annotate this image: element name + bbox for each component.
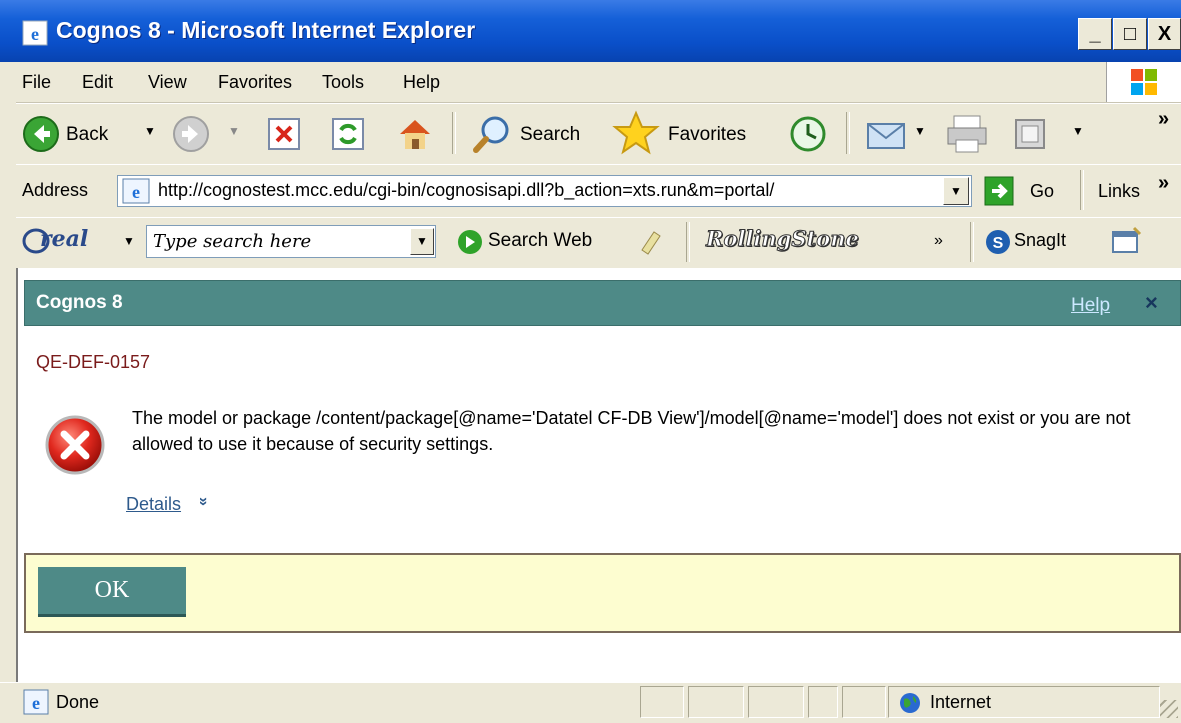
rollingstone-link[interactable]: RollingStone — [706, 226, 860, 252]
dialog-title: Cognos 8 — [36, 292, 123, 313]
links-overflow-chevron[interactable]: » — [934, 232, 943, 250]
svg-text:e: e — [132, 182, 140, 202]
web-search-input[interactable] — [146, 225, 436, 258]
menu-tools[interactable]: Tools — [322, 72, 364, 93]
address-url[interactable]: http://cognostest.mcc.edu/cgi-bin/cognos… — [158, 180, 774, 201]
real-label[interactable]: real — [40, 226, 88, 252]
window-title: Cognos 8 - Microsoft Internet Explorer — [56, 17, 476, 43]
chevron-down-icon[interactable]: » — [194, 497, 212, 506]
resize-grip[interactable] — [1160, 700, 1178, 718]
status-text: Done — [56, 692, 100, 712]
status-pane — [808, 686, 838, 718]
history-icon[interactable] — [788, 114, 828, 154]
status-pane — [842, 686, 886, 718]
back-arrow-icon[interactable] — [22, 115, 60, 153]
go-arrow-icon[interactable] — [984, 176, 1014, 206]
error-code: QE-DEF-0157 — [36, 352, 151, 372]
toolbar-separator — [686, 222, 690, 262]
edit-dropdown-icon[interactable]: ▼ — [1072, 124, 1084, 138]
real-dropdown-icon[interactable]: ▼ — [123, 234, 135, 248]
svg-text:e: e — [32, 693, 40, 713]
svg-text:S: S — [993, 235, 1004, 252]
search-dropdown-button[interactable]: ▼ — [410, 228, 434, 255]
home-icon[interactable] — [394, 112, 436, 154]
edit-page-icon[interactable] — [1012, 116, 1048, 152]
help-link[interactable]: Help — [1071, 295, 1110, 317]
error-icon — [45, 415, 105, 475]
forward-arrow-icon[interactable] — [172, 115, 210, 153]
page-status-icon: e — [23, 689, 49, 715]
back-dropdown-icon[interactable]: ▼ — [144, 124, 156, 138]
menu-bar — [16, 62, 1181, 103]
error-message: The model or package /content/package[@n… — [132, 408, 1131, 454]
status-pane — [688, 686, 744, 718]
toolbar-overflow-chevron[interactable]: » — [1158, 108, 1169, 131]
chevron-down-icon: ▼ — [950, 184, 962, 198]
close-window-button[interactable]: X — [1148, 18, 1181, 50]
forward-dropdown-icon[interactable]: ▼ — [228, 124, 240, 138]
ie-page-icon: e — [22, 20, 48, 46]
globe-icon — [900, 693, 920, 713]
maximize-button[interactable]: □ — [1113, 18, 1147, 50]
address-label: Address — [22, 180, 89, 200]
mail-icon[interactable] — [864, 112, 912, 156]
minimize-button[interactable]: _ — [1078, 18, 1112, 50]
favorites-star-icon[interactable] — [612, 110, 660, 156]
mail-dropdown-icon[interactable]: ▼ — [914, 124, 926, 138]
search-web-label[interactable]: Search Web — [488, 230, 592, 252]
dialog-header — [24, 280, 1181, 326]
print-icon[interactable] — [944, 110, 992, 156]
button-bar — [24, 553, 1181, 633]
toolbar-separator — [452, 112, 456, 154]
favorites-button-label[interactable]: Favorites — [668, 124, 746, 146]
snagit-label[interactable]: SnagIt — [1014, 230, 1066, 251]
ok-button[interactable]: OK — [38, 567, 186, 617]
menu-view[interactable]: View — [148, 72, 187, 93]
links-label[interactable]: Links — [1098, 181, 1140, 202]
page-favicon-icon: e — [122, 178, 150, 204]
status-pane — [748, 686, 804, 718]
menu-favorites[interactable]: Favorites — [218, 72, 292, 93]
search-web-icon[interactable] — [456, 228, 484, 256]
back-button-label[interactable]: Back — [66, 124, 108, 146]
toolbar-separator — [1080, 170, 1084, 210]
menu-help[interactable]: Help — [403, 72, 440, 93]
address-dropdown-button[interactable]: ▼ — [943, 177, 969, 205]
stop-icon[interactable] — [266, 116, 302, 152]
menu-file[interactable]: File — [22, 72, 51, 93]
windows-logo — [1106, 62, 1181, 102]
snagit-capture-icon[interactable] — [1110, 226, 1144, 256]
toolbar-separator — [970, 222, 974, 262]
zone-pane — [888, 686, 1160, 718]
toolbar-separator — [846, 112, 850, 154]
details-link[interactable]: Details — [126, 494, 181, 515]
links-overflow-chevron[interactable]: » — [1158, 172, 1169, 195]
snagit-icon[interactable]: S — [984, 228, 1012, 256]
menu-edit[interactable]: Edit — [82, 72, 113, 93]
status-pane — [640, 686, 684, 718]
security-zone-label: Internet — [930, 692, 992, 712]
search-button-label[interactable]: Search — [520, 124, 580, 146]
highlight-icon[interactable] — [636, 226, 666, 256]
svg-text:e: e — [31, 24, 39, 44]
search-icon[interactable] — [470, 112, 514, 156]
refresh-icon[interactable] — [330, 116, 366, 152]
close-dialog-button[interactable]: × — [1145, 290, 1158, 316]
go-button-label[interactable]: Go — [1030, 181, 1054, 202]
